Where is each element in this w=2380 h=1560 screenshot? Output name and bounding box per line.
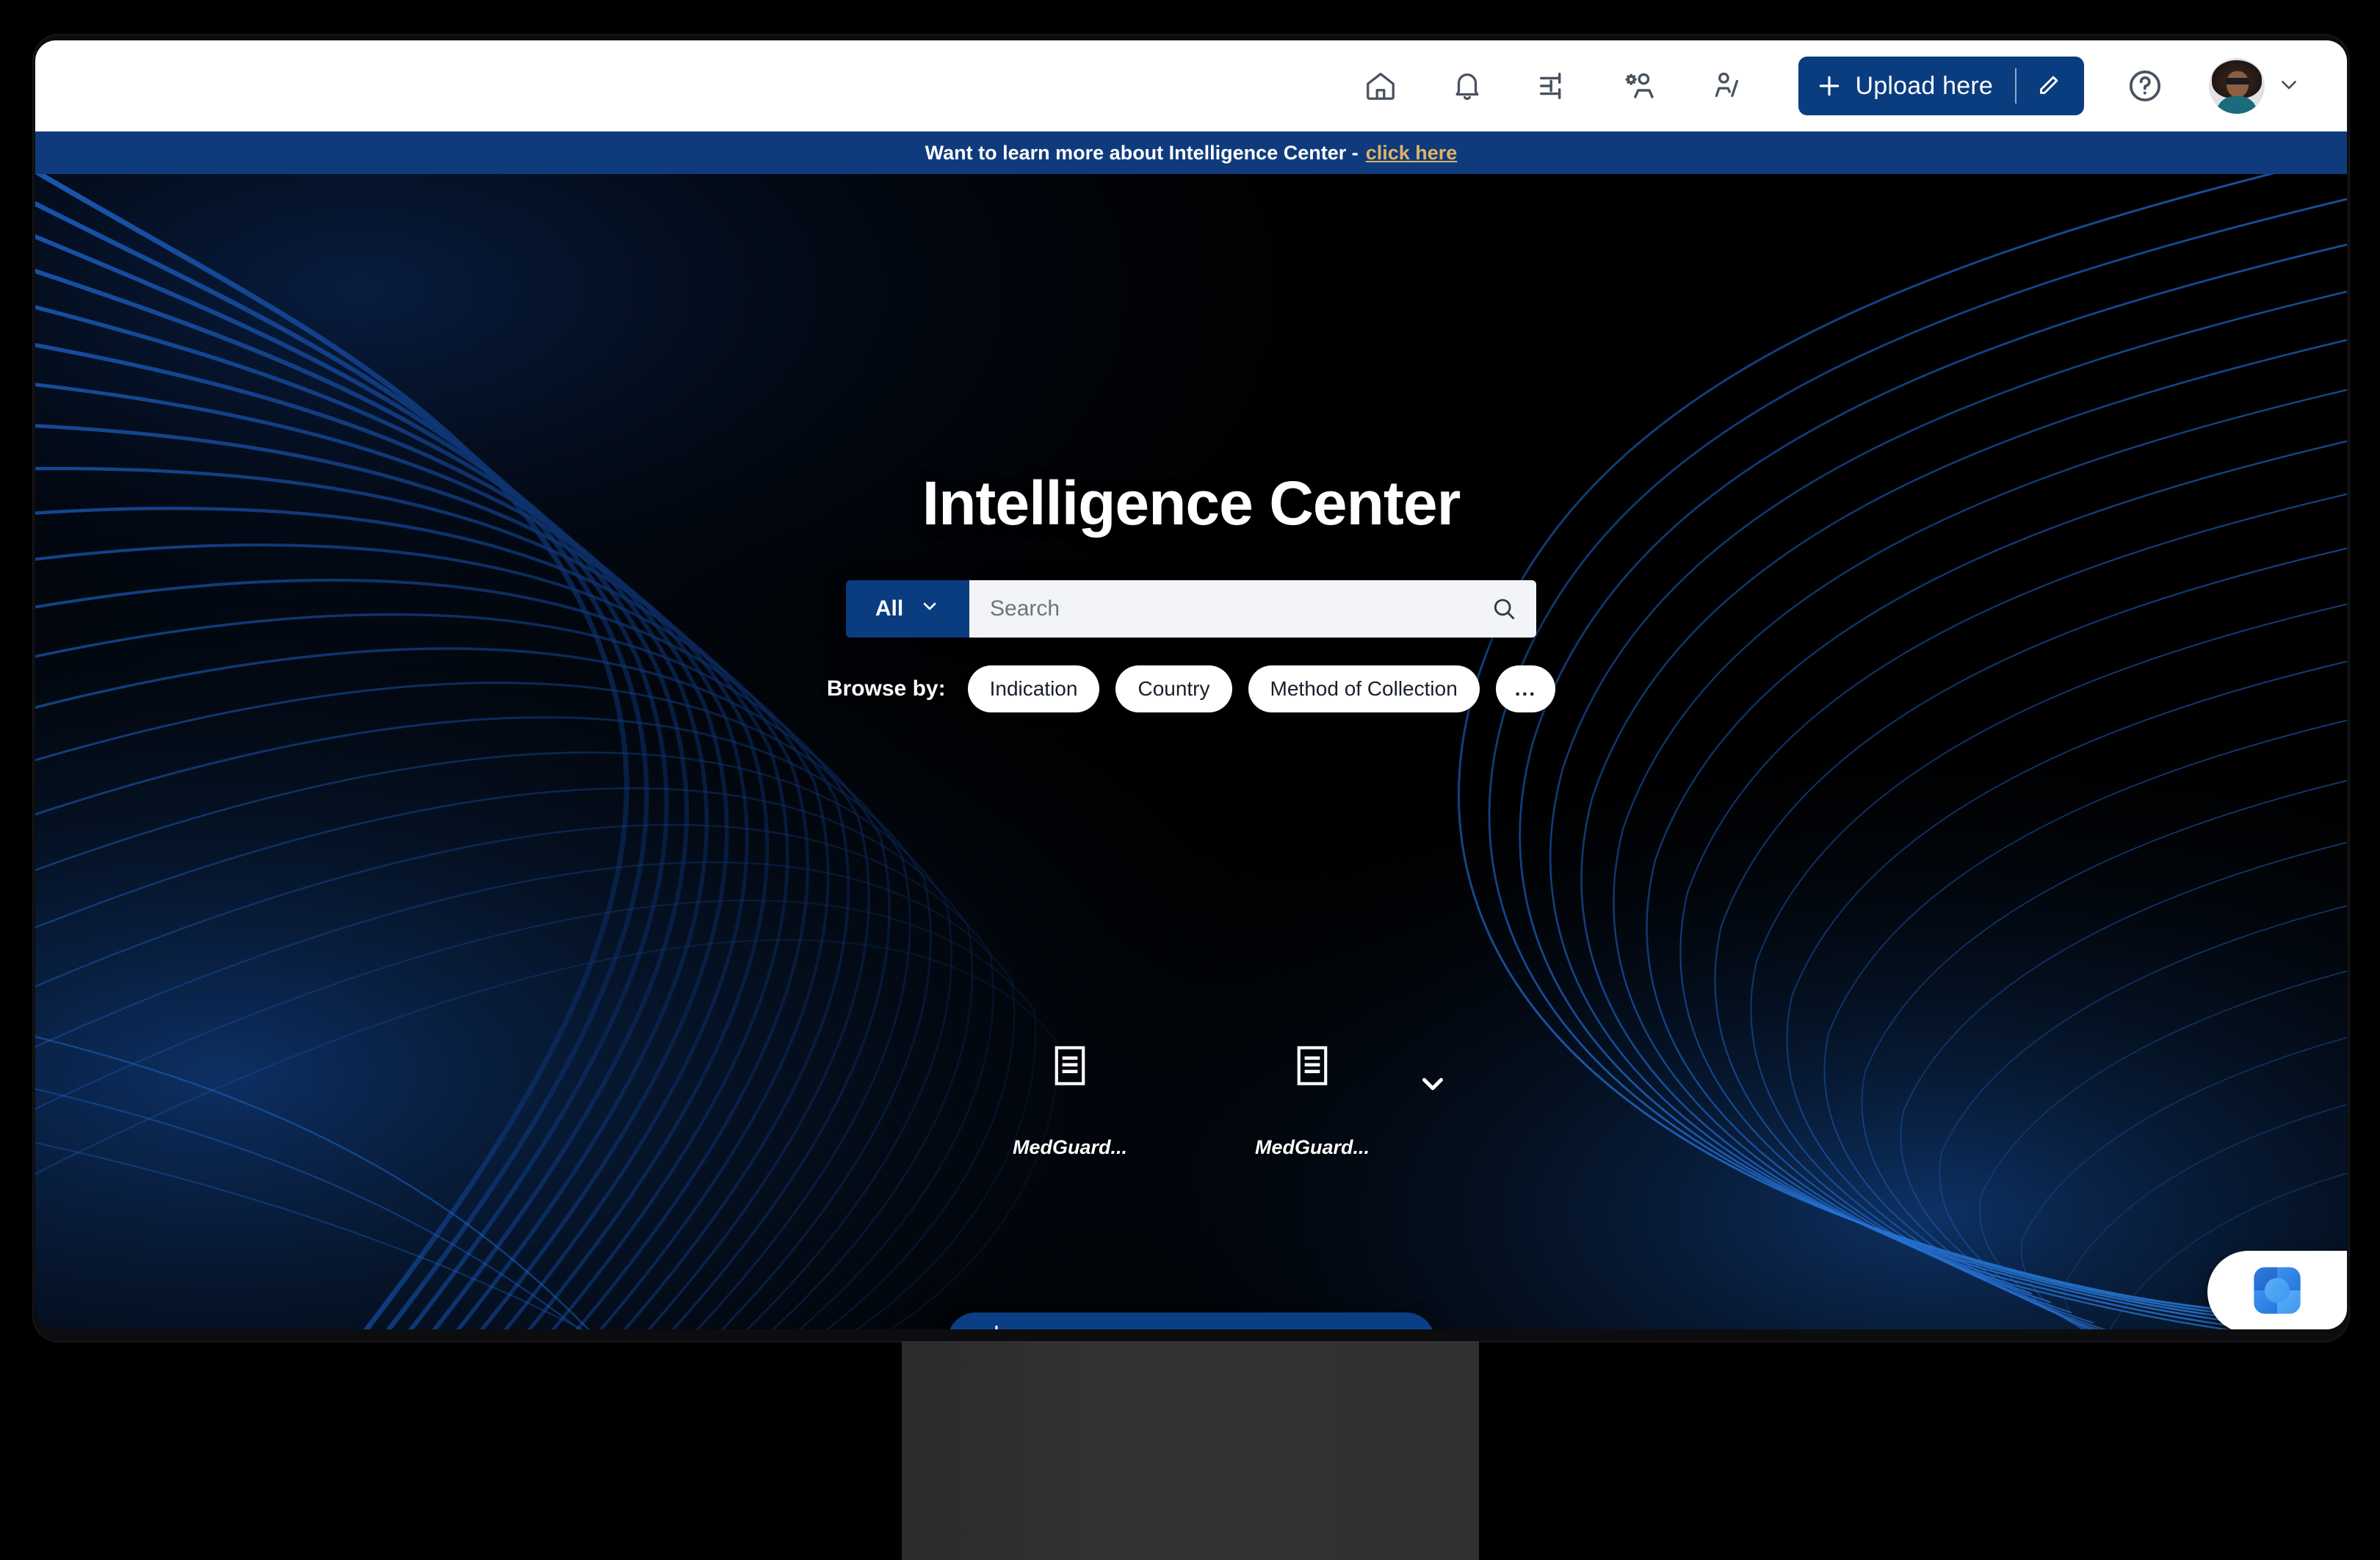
upload-here-button[interactable]: Upload here	[1798, 57, 2084, 115]
browse-chip-indication[interactable]: Indication	[967, 665, 1100, 712]
document-shortcut[interactable]: MedGuard...	[1235, 1044, 1389, 1159]
chevron-down-icon	[919, 596, 940, 622]
search-field-wrapper	[969, 580, 1536, 638]
explore-button-label: Explore recommended content	[1034, 1327, 1389, 1329]
notifications-icon[interactable]	[1424, 46, 1511, 126]
document-icon	[1052, 1044, 1088, 1091]
chevron-down-icon[interactable]	[1416, 1066, 1450, 1104]
browse-chip-country[interactable]: Country	[1115, 665, 1232, 712]
announcement-text: Want to learn more about Intelligence Ce…	[925, 141, 1359, 164]
assistant-widget[interactable]	[2207, 1251, 2347, 1329]
pencil-icon[interactable]	[2017, 72, 2080, 100]
home-icon[interactable]	[1337, 46, 1424, 126]
announcement-banner: Want to learn more about Intelligence Ce…	[35, 131, 2347, 174]
explore-recommended-content-button[interactable]: Explore recommended content	[947, 1312, 1436, 1329]
announcement-link[interactable]: click here	[1366, 142, 1458, 165]
search-icon[interactable]	[1480, 596, 1517, 622]
document-shortcut-label: MedGuard...	[1012, 1136, 1127, 1158]
help-circle-icon[interactable]	[2105, 46, 2185, 126]
monitor-mockup: Upload here Want to learn more about Int…	[0, 0, 2380, 1560]
profile-edit-icon[interactable]	[1684, 46, 1770, 126]
upload-button-label: Upload here	[1855, 71, 1993, 100]
arrow-down-icon	[983, 1322, 1010, 1329]
nav-icon-group	[1337, 46, 1770, 126]
document-icon	[1294, 1044, 1331, 1091]
search-bar: All	[846, 580, 1536, 638]
document-shortcuts: MedGuard... MedGuard...	[35, 1044, 2347, 1159]
document-shortcut[interactable]: MedGuard...	[993, 1044, 1147, 1159]
screen-content: Upload here Want to learn more about Int…	[35, 40, 2347, 1329]
hero-section: Intelligence Center All Search Browse by…	[35, 174, 2347, 1329]
browse-by-row: Browse by: Indication Country Method of …	[826, 665, 1556, 712]
browse-chip-method-of-collection[interactable]: Method of Collection	[1248, 665, 1480, 712]
account-settings-icon[interactable]	[1597, 46, 1684, 126]
monitor-stand	[902, 1341, 1479, 1560]
avatar	[2209, 58, 2265, 114]
assistant-logo-icon	[2249, 1262, 2306, 1323]
page-title: Intelligence Center	[922, 469, 1461, 538]
plus-icon	[1803, 71, 1856, 101]
search-scope-value: All	[875, 596, 904, 621]
filters-icon[interactable]	[1511, 46, 1597, 126]
document-shortcut-label: MedGuard...	[1254, 1136, 1370, 1158]
search-scope-dropdown[interactable]: All	[846, 580, 969, 638]
browse-by-label: Browse by:	[826, 676, 946, 701]
chevron-down-icon	[2276, 72, 2301, 101]
browse-chip-more[interactable]: ...	[1495, 665, 1556, 712]
user-menu[interactable]	[2209, 58, 2301, 114]
search-input[interactable]	[990, 596, 1480, 621]
top-navigation-bar: Upload here	[35, 40, 2347, 131]
